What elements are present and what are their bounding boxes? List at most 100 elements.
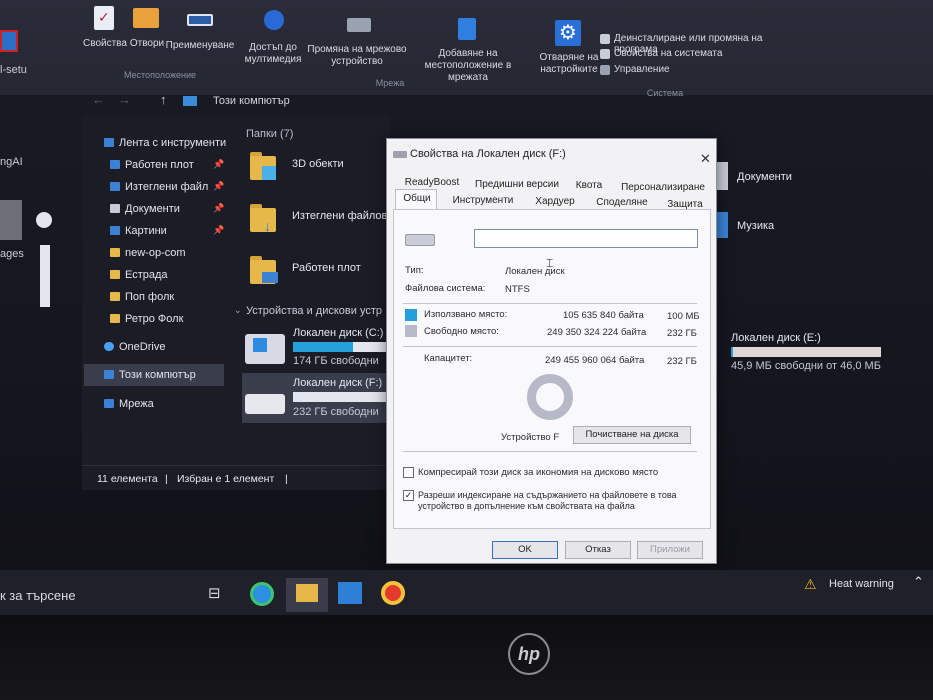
folder-music-label[interactable]: Музика	[737, 220, 774, 232]
folder-downloads-label[interactable]: Изтеглени файлов	[292, 210, 387, 222]
open-settings-button[interactable]: ⚙ Отваряне на настройките	[537, 18, 601, 82]
address-path[interactable]: Този компютър	[213, 95, 290, 107]
nav-estrada[interactable]: Естрада	[110, 269, 168, 281]
media-icon	[264, 10, 284, 30]
folder-icon	[110, 270, 120, 279]
capacity-size: 232 ГБ	[667, 356, 697, 367]
disk-cleanup-button[interactable]: Почистване на диска	[573, 426, 691, 444]
folder-3d-label[interactable]: 3D обекти	[292, 158, 344, 170]
pictures-icon	[110, 226, 120, 235]
map-drive-label: Промяна на мрежово устройство	[307, 44, 407, 67]
heat-warning-text[interactable]: Heat warning	[829, 578, 894, 590]
tab-previous-versions[interactable]: Предишни версии	[473, 179, 561, 190]
mail-icon[interactable]	[338, 582, 362, 604]
drive-name-input[interactable]	[474, 229, 698, 248]
cancel-button[interactable]: Отказ	[565, 541, 631, 559]
drive-e-name[interactable]: Локален диск (E:)	[731, 332, 821, 344]
desktop-bar-icon	[40, 245, 50, 307]
up-arrow-icon[interactable]: ↑	[160, 92, 167, 107]
separator	[403, 451, 697, 452]
used-label: Използвано място:	[424, 309, 508, 320]
back-arrow-icon[interactable]: ←	[92, 92, 105, 107]
tab-tools[interactable]: Инструменти	[447, 195, 519, 206]
tray-chevron-icon[interactable]: ⌃	[913, 574, 924, 590]
drive-e-usage-bar	[731, 347, 881, 357]
drive-f-icon[interactable]	[245, 394, 285, 414]
nav-documents[interactable]: Документи	[110, 203, 180, 215]
open-label: Отвори	[129, 38, 165, 49]
tab-quota[interactable]: Квота	[571, 180, 607, 191]
download-icon	[110, 182, 120, 191]
tab-readyboost[interactable]: ReadyBoost	[402, 177, 462, 188]
manage-button[interactable]: Управление	[600, 64, 700, 78]
network-icon	[104, 399, 114, 408]
taskbar-search-text[interactable]: к за търсене	[0, 588, 76, 603]
tab-general[interactable]: Общи	[399, 193, 435, 204]
drive-f-name[interactable]: Локален диск (F:)	[293, 377, 382, 389]
manage-icon	[600, 65, 610, 75]
document-icon	[110, 204, 120, 213]
folder-icon	[110, 248, 120, 257]
type-value: Локален диск	[505, 266, 565, 277]
task-view-icon[interactable]: ⊟	[208, 584, 221, 602]
nav-network[interactable]: Мрежа	[104, 398, 154, 410]
folder-icon	[110, 292, 120, 301]
dialog-title: Свойства на Локален диск (F:)	[410, 148, 566, 160]
left-app-icon	[0, 30, 18, 52]
tab-hardware[interactable]: Хардуер	[527, 196, 583, 207]
pin-icon: 📌	[213, 225, 225, 235]
nav-downloads[interactable]: Изтеглени файл	[110, 181, 208, 193]
group-system: Система	[646, 88, 684, 98]
close-icon[interactable]: ✕	[700, 151, 711, 167]
folder-icon	[110, 314, 120, 323]
drive-c-usage-bar	[293, 342, 393, 352]
apply-button[interactable]: Приложи	[637, 541, 703, 559]
index-checkbox[interactable]: ✓	[403, 490, 414, 501]
folders-header: Папки (7)	[246, 128, 294, 140]
used-size: 100 МБ	[667, 311, 700, 322]
nav-retro-folk[interactable]: Ретро Фолк	[110, 313, 183, 325]
map-drive-button[interactable]: Промяна на мрежово устройство	[305, 14, 409, 70]
properties-button[interactable]: ✓ Свойства	[82, 2, 128, 57]
nav-desktop[interactable]: Работен плот	[110, 159, 194, 171]
rename-icon	[187, 14, 213, 26]
edge-icon[interactable]	[250, 582, 274, 606]
folder-downloads-icon[interactable]: ↓	[250, 202, 280, 234]
index-label[interactable]: Разреши индексиране на съдържанието на ф…	[418, 490, 703, 512]
ok-button[interactable]: OK	[492, 541, 558, 559]
add-location-icon	[458, 18, 476, 40]
nav-onedrive[interactable]: OneDrive	[104, 341, 165, 353]
folder-desktop-icon[interactable]	[250, 254, 280, 286]
rename-button[interactable]: Преименуване	[165, 2, 235, 57]
drive-c-icon[interactable]	[245, 334, 285, 364]
chrome-icon[interactable]	[381, 581, 405, 605]
drive-icon	[405, 234, 435, 246]
add-location-button[interactable]: Добавяне на местоположение в мрежата	[404, 16, 532, 83]
free-bytes: 249 350 324 224 байта	[547, 327, 647, 338]
nav-this-pc[interactable]: Този компютър	[104, 369, 196, 381]
system-props-button[interactable]: Свойства на системата	[600, 48, 760, 62]
uninstall-button[interactable]: Деинсталиране или промяна на програма	[600, 33, 800, 55]
drive-c-name[interactable]: Локален диск (C:)	[293, 327, 383, 339]
folder-documents-label[interactable]: Документи	[737, 171, 792, 183]
nav-new-op[interactable]: new-op-com	[110, 247, 186, 259]
warning-icon[interactable]: ⚠	[804, 576, 817, 593]
nav-pictures[interactable]: Картини	[110, 225, 167, 237]
tab-personalize[interactable]: Персонализиране	[617, 182, 709, 193]
folder-desktop-label[interactable]: Работен плот	[292, 262, 361, 274]
used-bytes: 105 635 840 байта	[563, 310, 644, 321]
nav-pop-folk[interactable]: Поп фолк	[110, 291, 174, 303]
media-access-button[interactable]: Достъп до мултимедия	[240, 6, 306, 70]
devices-chevron-icon[interactable]: ⌄	[234, 305, 242, 316]
tab-sharing[interactable]: Споделяне	[590, 197, 654, 208]
fs-label: Файлова система:	[405, 283, 486, 294]
folder-3d-icon[interactable]	[250, 150, 280, 182]
file-explorer-icon[interactable]	[296, 584, 318, 602]
nav-quick-access[interactable]: Лента с инструменти	[104, 137, 226, 149]
devices-header: Устройства и дискови устр	[246, 305, 382, 317]
hp-logo: hp	[508, 633, 550, 675]
open-button[interactable]: Отвори	[129, 2, 165, 57]
forward-arrow-icon[interactable]: →	[118, 92, 131, 107]
compress-checkbox[interactable]	[403, 467, 414, 478]
compress-label[interactable]: Компресирай този диск за икономия на дис…	[418, 467, 658, 478]
